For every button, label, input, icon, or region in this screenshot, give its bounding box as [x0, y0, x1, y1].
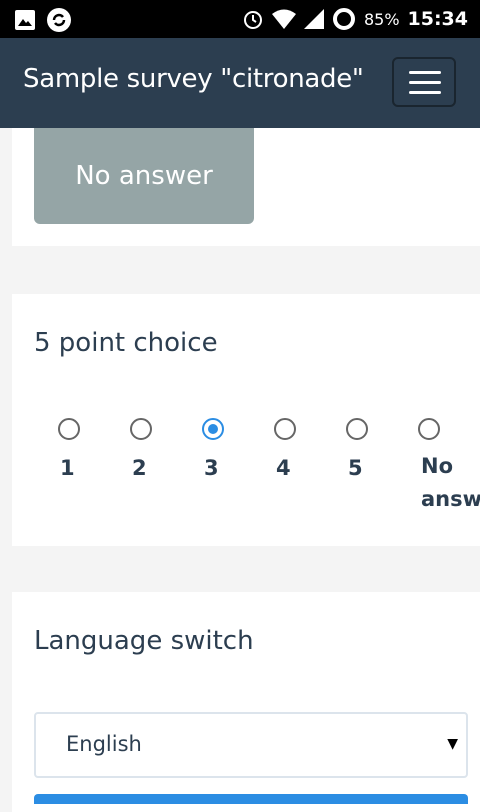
radio-button[interactable] [58, 418, 80, 440]
language-select[interactable]: English ▼ [34, 712, 468, 778]
no-answer-button[interactable]: No answer [34, 128, 254, 224]
radio-button[interactable] [130, 418, 152, 440]
change-language-button[interactable] [34, 794, 468, 804]
image-icon [14, 9, 36, 31]
sync-icon [46, 7, 72, 33]
radio-label-line-2: answe [421, 487, 480, 511]
language-switch-title: Language switch [34, 626, 254, 656]
question-card-previous: No answer [12, 128, 480, 246]
radio-button[interactable] [274, 418, 296, 440]
radio-label: 1 [60, 456, 75, 480]
alarm-icon [242, 8, 264, 30]
caret-down-icon: ▼ [447, 736, 458, 752]
navbar: Sample survey "citronade" [0, 38, 480, 128]
wifi-icon [271, 9, 296, 29]
question-title: 5 point choice [34, 328, 218, 358]
radio-button-checked[interactable] [202, 418, 224, 440]
radio-label: No answe [421, 450, 480, 516]
status-bar: 85% 15:34 [0, 0, 480, 38]
radio-button[interactable] [418, 418, 440, 440]
radio-label: 2 [132, 456, 147, 480]
radio-label: 5 [348, 456, 363, 480]
language-selected-value: English [66, 732, 142, 756]
language-switch-card: Language switch English ▼ [12, 592, 480, 812]
radio-button[interactable] [346, 418, 368, 440]
radio-label-line-1: No [421, 454, 454, 478]
signal-icon [303, 9, 324, 29]
radio-label: 3 [204, 456, 219, 480]
clock: 15:34 [407, 8, 468, 30]
survey-title: Sample survey "citronade" [23, 64, 364, 94]
question-card-5-point: 5 point choice 1 2 3 4 5 No answe [12, 294, 480, 546]
radio-label: 4 [276, 456, 291, 480]
hamburger-menu-icon[interactable] [392, 57, 456, 107]
battery-icon [332, 7, 356, 31]
battery-percent: 85% [363, 9, 400, 29]
